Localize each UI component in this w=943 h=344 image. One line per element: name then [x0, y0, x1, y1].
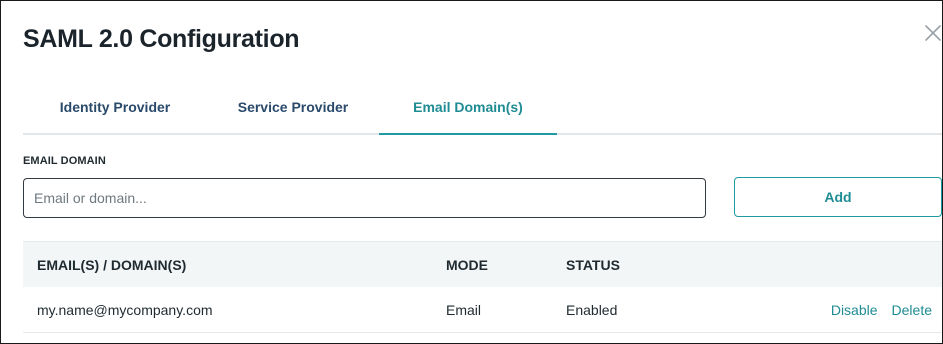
- tab-identity-provider[interactable]: Identity Provider: [23, 87, 207, 135]
- tab-bar: Identity Provider Service Provider Email…: [23, 87, 942, 135]
- delete-link[interactable]: Delete: [892, 302, 932, 318]
- email-domain-input[interactable]: [24, 179, 705, 217]
- tab-service-provider[interactable]: Service Provider: [207, 87, 379, 135]
- row-domain: my.name@mycompany.com: [37, 302, 213, 318]
- tab-email-domains[interactable]: Email Domain(s): [379, 87, 557, 135]
- disable-link[interactable]: Disable: [831, 302, 878, 318]
- email-domain-label: EMAIL DOMAIN: [23, 155, 106, 167]
- add-button[interactable]: Add: [734, 177, 942, 217]
- domains-table: EMAIL(S) / DOMAIN(S) MODE STATUS my.name…: [23, 241, 942, 333]
- saml-config-dialog: SAML 2.0 Configuration Identity Provider…: [0, 0, 943, 344]
- header-mode: MODE: [446, 257, 488, 273]
- close-button[interactable]: [923, 23, 942, 43]
- row-mode: Email: [446, 302, 482, 318]
- dialog-title: SAML 2.0 Configuration: [23, 25, 300, 53]
- row-actions: Disable Delete: [831, 287, 932, 333]
- row-status: Enabled: [566, 302, 618, 318]
- header-status: STATUS: [566, 257, 620, 273]
- close-icon: [925, 25, 941, 41]
- table-row: my.name@mycompany.com Email Enabled Disa…: [23, 287, 942, 333]
- email-domain-field: [23, 178, 706, 218]
- header-domain: EMAIL(S) / DOMAIN(S): [37, 257, 187, 273]
- table-header: EMAIL(S) / DOMAIN(S) MODE STATUS: [23, 241, 942, 287]
